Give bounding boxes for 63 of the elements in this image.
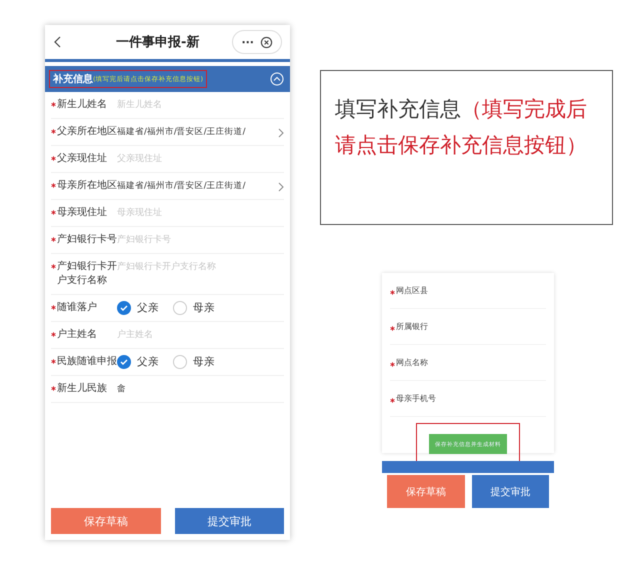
input-field[interactable]: 户主姓名 bbox=[117, 328, 153, 342]
asterisk-icon bbox=[51, 264, 56, 269]
field-label: 父亲现住址 bbox=[57, 152, 107, 166]
page-title: 一件事申报-新 bbox=[115, 34, 200, 51]
field-label: 产妇银行卡号 bbox=[57, 233, 117, 247]
field-label: 产妇银行卡开户支行名称 bbox=[57, 260, 117, 288]
field-label: 父亲所在地区 bbox=[57, 125, 117, 139]
radio-button[interactable] bbox=[117, 355, 131, 369]
input-field[interactable]: 产妇银行卡开户支行名称 bbox=[117, 260, 216, 274]
close-icon[interactable] bbox=[260, 36, 273, 48]
radio-button[interactable] bbox=[173, 301, 187, 315]
field-label: 网点区县 bbox=[396, 285, 428, 296]
field-value: 畲 bbox=[117, 383, 127, 396]
asterisk-icon bbox=[51, 102, 56, 107]
annotation-text: 填写补充信息（填写完成后请点击保存补充信息按钮） bbox=[320, 70, 613, 225]
field-label: 户主姓名 bbox=[57, 328, 97, 342]
field-label: 新生儿民族 bbox=[57, 382, 107, 396]
field-label: 母亲现住址 bbox=[57, 206, 107, 220]
asterisk-icon bbox=[390, 398, 395, 403]
asterisk-icon bbox=[51, 237, 56, 242]
radio-label: 母亲 bbox=[193, 355, 215, 369]
radio-label: 父亲 bbox=[137, 301, 159, 315]
field-label: 随谁落户 bbox=[57, 301, 97, 315]
submit-button[interactable]: 提交审批 bbox=[472, 475, 549, 508]
check-icon bbox=[120, 358, 128, 366]
radio-button[interactable] bbox=[117, 301, 131, 315]
field-label: 民族随谁申报 bbox=[57, 355, 117, 369]
region-value[interactable]: 福建省/福州市/晋安区/王庄街道/ bbox=[117, 179, 274, 193]
asterisk-icon bbox=[51, 183, 56, 188]
check-icon bbox=[120, 304, 128, 312]
chevron-right-icon bbox=[278, 182, 284, 192]
collapse-icon[interactable] bbox=[270, 72, 284, 86]
more-icon[interactable]: ··· bbox=[241, 36, 254, 48]
radio-button[interactable] bbox=[173, 355, 187, 369]
asterisk-icon bbox=[390, 326, 395, 331]
field-label: 所属银行 bbox=[396, 321, 428, 332]
asterisk-icon bbox=[51, 156, 56, 161]
radio-label: 母亲 bbox=[193, 301, 215, 315]
chevron-right-icon bbox=[278, 128, 284, 138]
asterisk-icon bbox=[51, 210, 56, 215]
asterisk-icon bbox=[51, 359, 56, 364]
capsule-menu[interactable]: ··· bbox=[232, 30, 282, 54]
section-title: 补充信息 bbox=[53, 72, 93, 86]
radio-label: 父亲 bbox=[137, 355, 159, 369]
back-icon[interactable] bbox=[53, 36, 63, 48]
input-field[interactable]: 父亲现住址 bbox=[117, 152, 162, 166]
field-label: 母亲手机号 bbox=[396, 393, 436, 404]
submit-button[interactable]: 提交审批 bbox=[174, 508, 284, 534]
asterisk-icon bbox=[51, 332, 56, 337]
asterisk-icon bbox=[51, 305, 56, 310]
input-field[interactable]: 新生儿姓名 bbox=[117, 98, 162, 112]
asterisk-icon bbox=[51, 129, 56, 134]
save-draft-button[interactable]: 保存草稿 bbox=[387, 475, 464, 508]
input-field[interactable]: 母亲现住址 bbox=[117, 206, 162, 220]
field-label: 新生儿姓名 bbox=[57, 98, 107, 112]
asterisk-icon bbox=[51, 386, 56, 391]
asterisk-icon bbox=[390, 290, 395, 295]
field-label: 网点名称 bbox=[396, 357, 428, 368]
save-draft-button[interactable]: 保存草稿 bbox=[51, 508, 160, 534]
field-label: 母亲所在地区 bbox=[57, 179, 117, 193]
region-value[interactable]: 福建省/福州市/晋安区/王庄街道/ bbox=[117, 125, 274, 139]
input-field[interactable]: 产妇银行卡号 bbox=[117, 233, 171, 247]
asterisk-icon bbox=[390, 362, 395, 367]
